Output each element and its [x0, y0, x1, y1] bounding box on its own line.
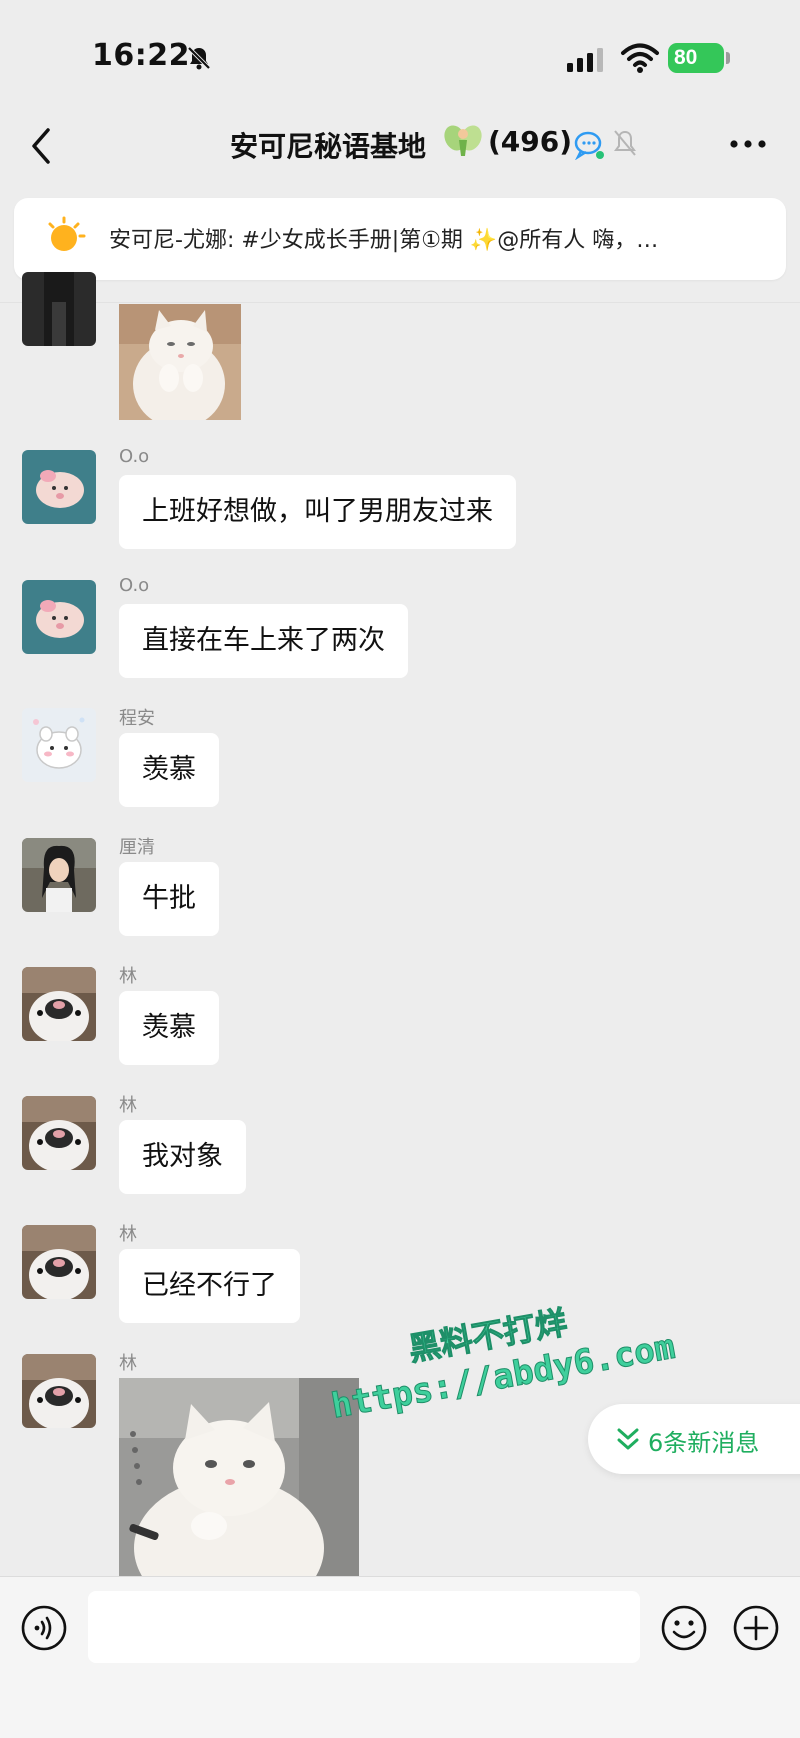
message-bubble[interactable]: 我对象 [119, 1120, 246, 1194]
cat-sticker [119, 304, 241, 420]
new-messages-label: 6条新消息 [648, 1429, 760, 1457]
input-bar [0, 1576, 800, 1738]
new-messages-button[interactable]: 6条新消息 [588, 1404, 800, 1474]
status-bar: 16:22 80 [0, 0, 800, 110]
wifi-icon [621, 43, 659, 73]
group-announcement[interactable]: 安可尼-尤娜: #少女成长手册|第①期 ✨@所有人 嗨，… [14, 198, 786, 280]
sender-name: 程安 [119, 708, 155, 729]
sender-name: 林 [119, 966, 137, 987]
sender-name: O.o [119, 575, 150, 596]
message-bubble[interactable]: 羡慕 [119, 991, 219, 1065]
voice-icon[interactable] [20, 1604, 68, 1652]
chevron-left-icon[interactable] [26, 124, 56, 168]
sender-name: 林 [119, 1353, 137, 1374]
battery-tip [726, 52, 730, 64]
avatar[interactable] [22, 450, 96, 524]
avatar[interactable] [22, 967, 96, 1041]
status-time: 16:22 [92, 38, 190, 73]
bell-off-icon [614, 130, 636, 156]
avatar[interactable] [22, 708, 96, 782]
avatar[interactable] [22, 838, 96, 912]
emoji-icon[interactable] [660, 1604, 708, 1652]
divider [0, 302, 800, 303]
bell-slash-icon [187, 46, 211, 70]
avatar[interactable] [22, 272, 96, 346]
more-icon[interactable] [728, 138, 768, 150]
plus-icon[interactable] [732, 1604, 780, 1652]
double-chevron-down-icon [617, 1428, 639, 1450]
sender-name: O.o [119, 446, 150, 467]
message-input[interactable] [88, 1591, 640, 1663]
message-bubble[interactable]: 羡慕 [119, 733, 219, 807]
avatar[interactable] [22, 1225, 96, 1299]
battery-charging-icon: 80 [668, 43, 724, 73]
chat-bubble-icon [574, 131, 604, 160]
image-message[interactable] [119, 304, 241, 420]
message-bubble[interactable]: 上班好想做，叫了男朋友过来 [119, 475, 516, 549]
cat-sticker [119, 1378, 359, 1576]
member-count: (496) [488, 125, 573, 158]
battery-level: 80 [674, 46, 698, 69]
sender-name: 厘清 [119, 837, 155, 858]
fairy-emoji-icon [444, 125, 482, 156]
cellular-signal-icon [567, 48, 603, 72]
avatar[interactable] [22, 580, 96, 654]
avatar[interactable] [22, 1354, 96, 1428]
chat-title: 安可尼秘语基地 [230, 130, 427, 163]
message-bubble[interactable]: 已经不行了 [119, 1249, 300, 1323]
message-bubble[interactable]: 直接在车上来了两次 [119, 604, 408, 678]
message-bubble[interactable]: 牛批 [119, 862, 219, 936]
image-message[interactable] [119, 1378, 359, 1576]
announcement-text: 安可尼-尤娜: #少女成长手册|第①期 ✨@所有人 嗨，… [109, 228, 659, 253]
nav-bar: 安可尼秘语基地 (496) [0, 110, 800, 200]
sender-name: 林 [119, 1095, 137, 1116]
sun-icon [48, 216, 86, 251]
avatar[interactable] [22, 1096, 96, 1170]
sender-name: 林 [119, 1224, 137, 1245]
